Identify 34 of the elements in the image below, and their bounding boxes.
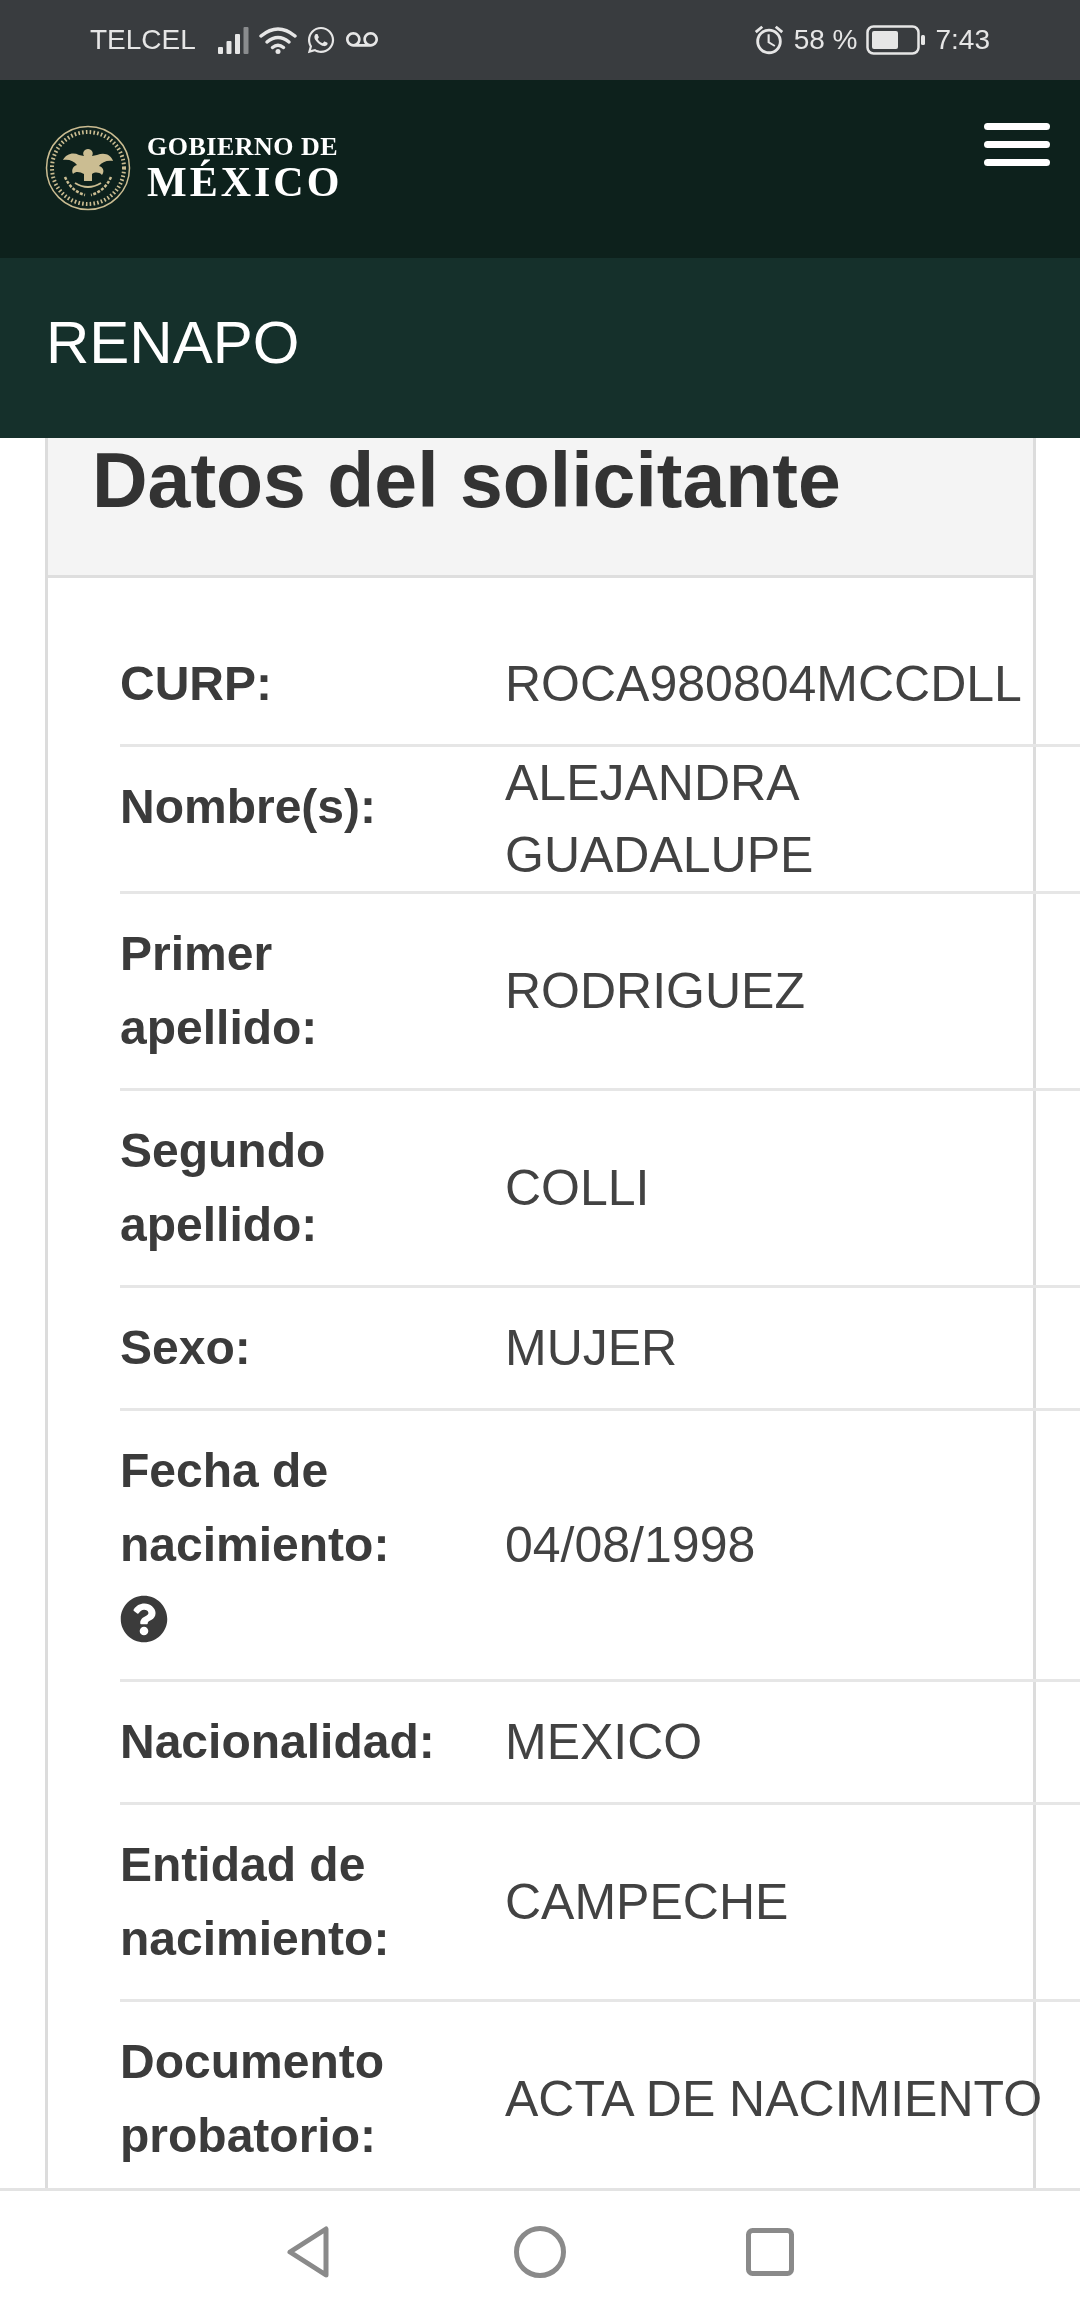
field-value: ALEJANDRA GUADALUPE [505, 755, 814, 883]
field-label: Nacionalidad: [120, 1715, 435, 1768]
battery-percentage: 58 % [793, 26, 858, 54]
recents-icon[interactable] [746, 2227, 794, 2276]
battery-icon [865, 25, 926, 55]
field-label: Nombre(s): [120, 780, 376, 833]
menu-icon[interactable] [984, 123, 1050, 166]
field-value: ACTA DE NACIMIENTO [505, 2071, 1043, 2127]
field-value: RODRIGUEZ [505, 963, 805, 1019]
back-icon[interactable] [286, 2224, 330, 2279]
field-label: Segundo apellido: [120, 1124, 326, 1251]
field-value: MUJER [505, 1320, 678, 1376]
carrier-name: TELCEL [90, 26, 196, 54]
field-value: ROCA980804MCCDLL [505, 656, 1022, 712]
field-value: MEXICO [505, 1714, 703, 1770]
logo-link[interactable]: GOBIERNO DE MÉXICO [45, 125, 343, 211]
field-value: 04/08/1998 [505, 1517, 756, 1573]
help-icon[interactable] [120, 1595, 168, 1643]
field-value: CAMPECHE [505, 1874, 789, 1930]
phone-chat-bubble-icon [305, 25, 336, 55]
field-label: Fecha de nacimiento: [120, 1444, 390, 1571]
field-label: Entidad de nacimiento: [120, 1838, 390, 1965]
wifi-icon [258, 26, 297, 54]
home-icon[interactable] [514, 2225, 566, 2278]
seal-icon [45, 125, 131, 211]
clock-time: 7:43 [935, 26, 990, 54]
banner-title: RENAPO [46, 313, 300, 373]
field-label: Documento probatorio: [120, 2035, 384, 2162]
signal-icon [217, 26, 249, 54]
card-title: Datos del solicitante [92, 442, 841, 519]
field-value: COLLI [505, 1160, 650, 1216]
field-label: Sexo: [120, 1321, 251, 1374]
field-label: CURP: [120, 657, 272, 710]
field-label: Primer apellido: [120, 927, 318, 1054]
